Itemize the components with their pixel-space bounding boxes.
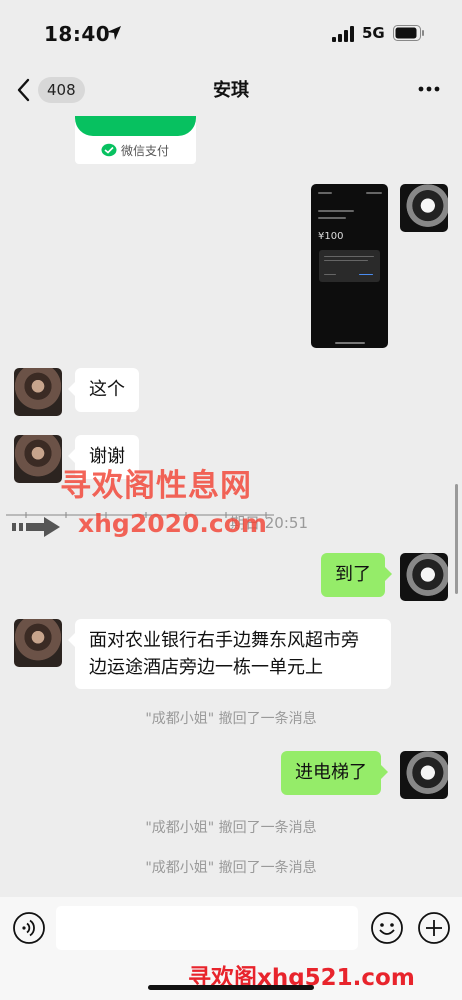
home-indicator[interactable] [148,985,314,990]
outgoing-message[interactable]: 进电梯了 [281,751,388,795]
recall-notice: "成都小姐" 撤回了一条消息 [145,711,317,727]
contact-avatar[interactable] [14,619,62,667]
shot-dialog-line [324,260,368,261]
my-avatar[interactable] [400,184,448,232]
recall-notice: "成都小姐" 撤回了一条消息 [145,820,317,836]
recall-notice: "成都小姐" 撤回了一条消息 [145,860,317,876]
watermark-text: 寻欢阁性息网 [60,468,252,504]
contact-avatar[interactable] [14,435,62,483]
shot-amount: ¥100 [318,231,344,242]
my-avatar[interactable] [400,553,448,601]
shot-status-line [318,192,332,194]
voice-icon[interactable] [12,911,46,945]
network-type: 5G [362,24,385,42]
wechat-pay-card[interactable]: 微信支付 [75,116,196,164]
outgoing-message[interactable]: 到了 [321,553,392,597]
message-line: 面对农业银行右手边舞东风超市旁 [89,630,359,651]
shot-home-bar [335,342,365,344]
contact-avatar[interactable] [14,368,62,416]
status-bar: 18:40 5G [0,0,462,64]
my-avatar[interactable] [400,751,448,799]
shot-text-line [318,217,346,219]
chat-title: 安琪 [213,80,249,101]
shot-status-line [366,192,382,194]
nav-bar: 408 安琪 [0,64,462,114]
message-line: 边运途酒店旁边一栋一单元上 [89,657,323,678]
more-dots-icon[interactable] [418,86,440,92]
shot-text-line [318,210,354,212]
shot-dialog-line [324,256,374,257]
pay-card-label: 微信支付 [121,144,170,158]
wechat-pay-icon [101,143,117,157]
watermark-url: xhg2020.com [78,509,267,538]
message-input[interactable] [56,906,358,950]
signal-icon [332,26,354,42]
scroll-indicator [455,484,458,594]
pay-card-header [75,116,196,136]
incoming-message[interactable]: 这个 [68,368,139,412]
location-arrow-icon [107,26,121,40]
arrow-watermark-icon [12,517,60,537]
incoming-message[interactable]: 面对农业银行右手边舞东风超市旁 边运途酒店旁边一栋一单元上 [68,619,391,689]
status-time: 18:40 [44,22,111,46]
emoji-icon[interactable] [370,911,404,945]
sent-screenshot-image[interactable]: ¥100 [311,184,388,348]
shot-dialog [319,250,380,282]
shot-dialog-line [324,274,336,275]
shot-dialog-line [359,274,373,275]
battery-icon [393,25,424,41]
plus-icon[interactable] [417,911,451,945]
